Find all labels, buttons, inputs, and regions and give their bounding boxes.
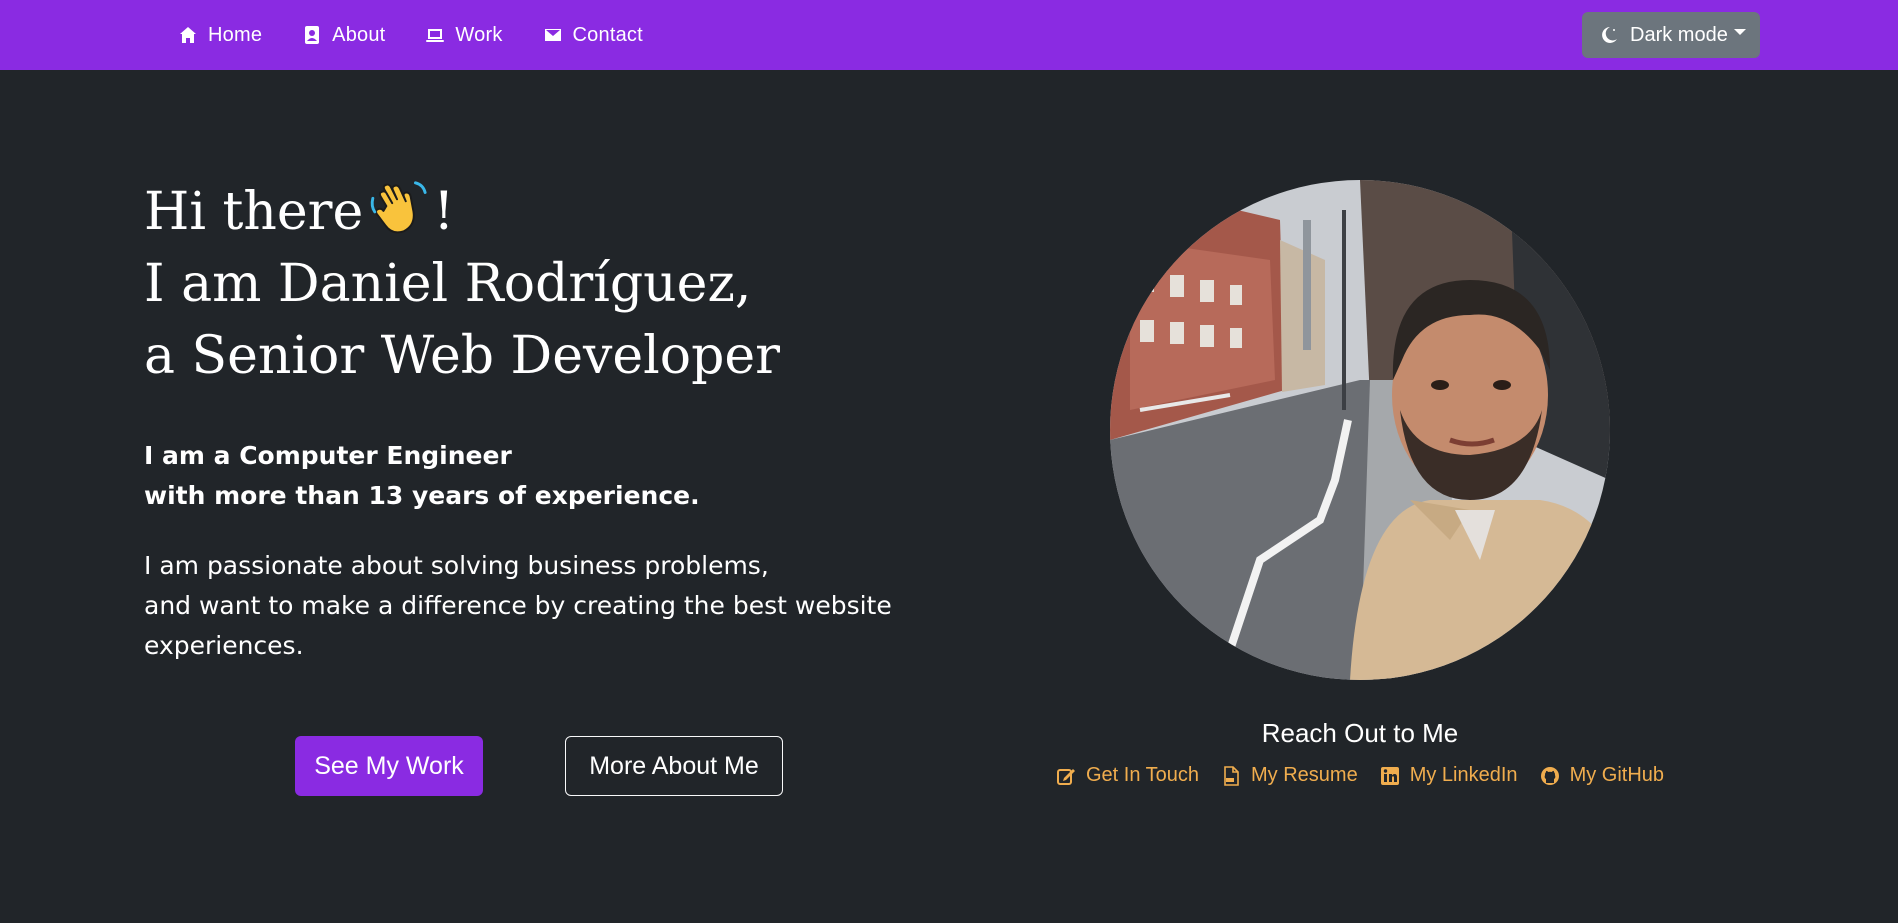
see-my-work-button[interactable]: See My Work [295,736,483,796]
get-in-touch-link[interactable]: Get In Touch [1056,764,1199,787]
chevron-down-icon [1733,29,1746,35]
hero-greeting-line: Hi there ! [144,176,964,248]
my-linkedin-link[interactable]: My LinkedIn [1380,764,1518,787]
nav-item-label: Home [208,23,263,46]
github-icon [1540,766,1559,785]
passion-paragraph: I am passionate about solving business p… [144,546,964,666]
laptop-icon [426,29,445,42]
contact-card-icon [305,26,320,44]
hero-role-line: a Senior Web Developer [144,326,781,386]
hero-heading: Hi there ! I am Daniel Rodríguez, a Seni… [144,176,964,392]
reach-out-links: Get In Touch My Resume My LinkedIn My Gi… [1050,764,1670,787]
home-icon [180,27,196,43]
nav-item-label: About [332,23,386,46]
passion-line: and want to make a difference by creatin… [144,591,892,620]
link-label: My GitHub [1569,764,1665,786]
intro-line: I am a Computer Engineer [144,441,512,470]
intro-line: with more than 13 years of experience. [144,481,700,510]
hero-name-line: I am Daniel Rodríguez, [144,254,752,314]
linkedin-icon [1380,766,1399,785]
link-label: Get In Touch [1085,764,1200,786]
nav-item-label: Contact [572,23,643,46]
nav-item-work[interactable]: Work [405,0,522,70]
my-github-link[interactable]: My GitHub [1540,764,1664,787]
greeting-text: Hi there [144,182,364,242]
top-navbar: Home About Work Contact Dark mode [0,0,1898,70]
edit-icon [1056,768,1075,785]
nav-links: Home About Work Contact [158,0,663,70]
nav-item-label: Work [455,23,503,46]
greeting-exclamation: ! [433,182,455,242]
nav-item-home[interactable]: Home [158,0,282,70]
waving-hand-icon [371,181,427,234]
passion-line: I am passionate about solving business p… [144,551,769,580]
dark-mode-label: Dark mode [1630,23,1728,46]
dark-mode-toggle[interactable]: Dark mode [1582,12,1760,58]
my-resume-link[interactable]: My Resume [1221,764,1358,787]
nav-item-about[interactable]: About [282,0,405,70]
link-label: My LinkedIn [1409,764,1518,786]
nav-item-contact[interactable]: Contact [523,0,663,70]
passion-line: experiences. [144,631,304,660]
moon-icon [1602,27,1617,43]
reach-out-title: Reach Out to Me [1261,718,1459,748]
pdf-file-icon [1224,765,1239,786]
profile-photo [1110,180,1610,680]
envelope-icon [544,29,561,41]
more-about-me-button[interactable]: More About Me [565,736,783,796]
intro-paragraph: I am a Computer Engineer with more than … [144,436,964,516]
link-label: My Resume [1251,764,1358,786]
profile-photo-illustration [1110,180,1610,680]
